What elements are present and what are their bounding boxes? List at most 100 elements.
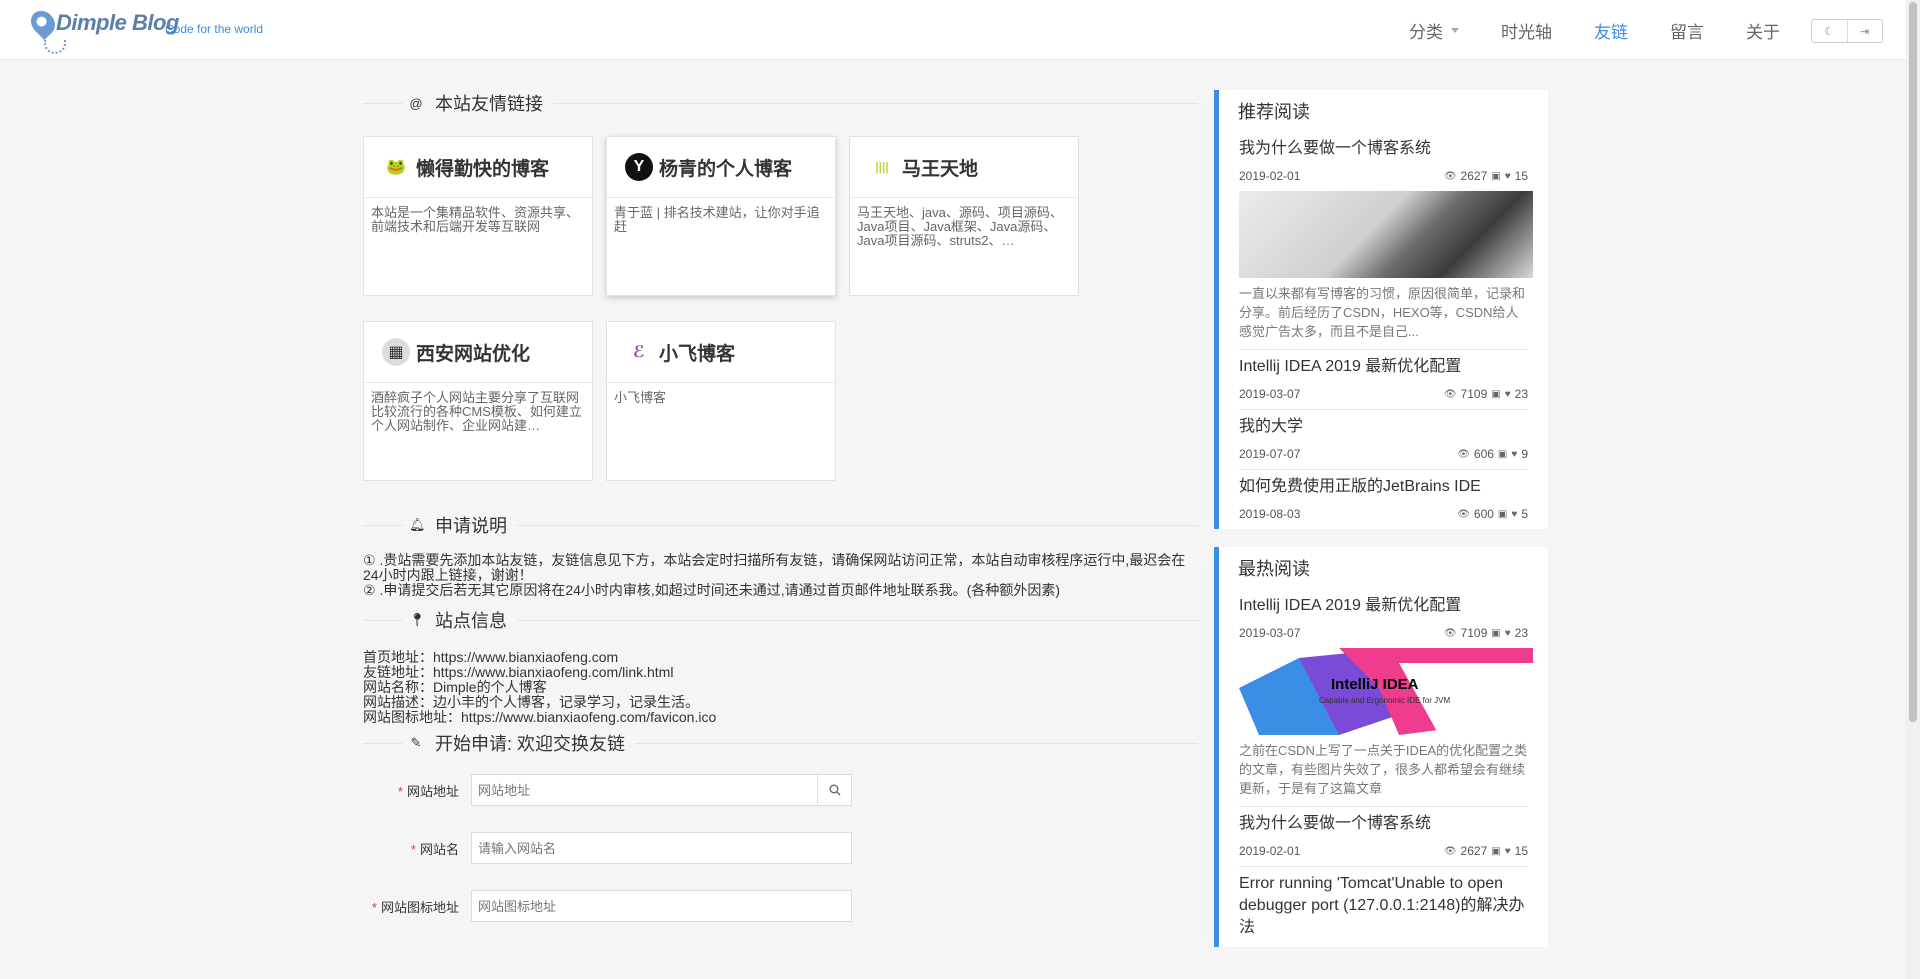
nav-item-messages[interactable]: 留言 xyxy=(1670,18,1704,43)
post-title[interactable]: Intellij IDEA 2019 最新优化配置 xyxy=(1239,356,1528,378)
nav-item-category[interactable]: 分类 xyxy=(1409,18,1459,43)
card-desc: 酒醉疯子个人网站主要分享了互联网比较流行的各种CMS模板、如何建立个人网站制作、… xyxy=(371,390,582,433)
comment-icon: ▣ xyxy=(1491,388,1501,400)
comment-icon: ▣ xyxy=(1497,448,1508,460)
note-line: ① .贵站需要先添加本站友链，友链信息见下方，本站会定时扫描所有友链，请确保网站… xyxy=(363,552,1186,583)
recommended-widget: 推荐阅读 我为什么要做一个博客系统 2019-02-01 👁︎ 2627 ▣ ♥ 15 … xyxy=(1214,90,1548,529)
field-label: 网站地址 xyxy=(406,783,459,799)
flame-avatar-icon: ℰ xyxy=(625,338,653,366)
location-pin-icon: 📍︎ xyxy=(409,612,426,627)
card-name: 懒得勤快的博客 xyxy=(416,158,550,180)
view-count: 2627 xyxy=(1460,844,1488,858)
idea-banner-subtitle: Capable and Ergonomic IDE for JVM xyxy=(1319,696,1451,705)
widget-title: 最热阅读 xyxy=(1238,559,1310,579)
nav-item-timeline[interactable]: 时光轴 xyxy=(1501,18,1552,43)
eye-icon: 👁︎ xyxy=(1457,448,1470,460)
site-slogan: Code for the world xyxy=(165,22,264,36)
apply-form: *网站地址 *网站名 *网站图标地址 xyxy=(363,773,1198,923)
logo-text: Dimple Blog xyxy=(56,10,179,35)
card-desc: 马王天地、java、源码、项目源码、Java项目、Java框架、Java源码、J… xyxy=(857,205,1063,248)
field-label: 网站图标地址 xyxy=(380,899,459,915)
friend-link-card[interactable]: Y 杨青的个人博客 青于蓝 | 排名技术建站，让你对手追赶 xyxy=(606,136,836,296)
post-date: 2019-03-07 xyxy=(1239,387,1301,401)
like-count: 5 xyxy=(1521,507,1528,521)
post-title[interactable]: Error running 'Tomcat'Unable to open deb… xyxy=(1239,873,1528,939)
eye-icon: 👁︎ xyxy=(1443,627,1457,639)
site-icon-input[interactable] xyxy=(471,890,852,922)
search-icon[interactable] xyxy=(818,774,852,806)
info-line: 友链地址：https://www.bianxiaofeng.com/link.h… xyxy=(363,664,674,680)
moon-icon[interactable]: ☾ xyxy=(1812,20,1847,42)
comment-icon: ▣ xyxy=(1491,845,1501,857)
post-title[interactable]: 我为什么要做一个博客系统 xyxy=(1239,138,1528,160)
like-count: 15 xyxy=(1514,169,1528,183)
post-thumbnail[interactable]: IntelliJ IDEA Capable and Ergonomic IDE … xyxy=(1239,648,1533,735)
nav-item-links[interactable]: 友链 xyxy=(1594,18,1628,43)
heart-icon: ♥ xyxy=(1511,508,1518,520)
site-info-title: 📍︎ 站点信息 xyxy=(363,606,1198,634)
post-item[interactable]: 我的大学 2019-07-07 👁︎ 606 ▣ ♥ 9 xyxy=(1239,410,1528,470)
heart-icon: ♥ xyxy=(1504,388,1511,400)
form-row-site-icon: * 网站图标地址 xyxy=(363,889,1198,923)
post-thumbnail[interactable] xyxy=(1239,191,1533,278)
post-item[interactable]: 如何免费使用正版的JetBrains IDE 2019-08-03 👁︎ 600 ▣… xyxy=(1239,470,1528,529)
y-avatar-icon: Y xyxy=(625,153,653,181)
post-date: 2019-07-07 xyxy=(1239,447,1301,461)
nav-item-about[interactable]: 关于 xyxy=(1746,18,1780,43)
site-url-input[interactable] xyxy=(471,774,818,806)
post-title[interactable]: 我为什么要做一个博客系统 xyxy=(1239,813,1528,835)
comment-icon: ▣ xyxy=(1491,627,1501,639)
login-icon[interactable]: ⇥ xyxy=(1846,20,1883,42)
friend-link-card[interactable]: 🐸 懒得勤快的博客 本站是一个集精品软件、资源共享、前端技术和后端开发等互联网 xyxy=(363,136,593,296)
page-scrollbar[interactable] xyxy=(1906,0,1920,979)
like-count: 9 xyxy=(1521,447,1528,461)
info-line: 网站图标地址：https://www.bianxiaofeng.com/favi… xyxy=(363,709,717,725)
info-line: 网站描述：边小丰的个人博客，记录学习，记录生活。 xyxy=(363,694,699,710)
view-count: 2627 xyxy=(1460,169,1488,183)
post-title[interactable]: Intellij IDEA 2019 最新优化配置 xyxy=(1239,595,1528,617)
heart-icon: ♥ xyxy=(1504,170,1511,182)
bell-icon: 🔔︎ xyxy=(409,517,426,532)
note-line: ② .申请提交后若无其它原因将在24小时内审核,如超过时间还未通过,请通过首页邮… xyxy=(363,582,1061,598)
heart-icon: ♥ xyxy=(1504,845,1511,857)
post-item[interactable]: Intellij IDEA 2019 最新优化配置 2019-03-07 👁︎ 7… xyxy=(1239,589,1533,807)
bars-avatar-icon: |||| xyxy=(868,153,896,181)
card-desc: 本站是一个集精品软件、资源共享、前端技术和后端开发等互联网 xyxy=(371,205,580,234)
logo-dots-icon xyxy=(44,40,66,54)
at-icon: @ xyxy=(409,95,423,111)
like-count: 23 xyxy=(1514,626,1528,640)
site-info: 首页地址：https://www.bianxiaofeng.com 友链地址：h… xyxy=(363,634,1198,725)
qrcode-avatar-icon: ▦ xyxy=(382,338,410,366)
post-title[interactable]: 如何免费使用正版的JetBrains IDE xyxy=(1239,476,1528,498)
post-date: 2019-02-01 xyxy=(1239,169,1301,183)
apply-form-title: ✎ 开始申请: 欢迎交换友链 xyxy=(363,729,1198,757)
eye-icon: 👁︎ xyxy=(1457,508,1470,520)
card-desc: 青于蓝 | 排名技术建站，让你对手追赶 xyxy=(614,205,820,234)
form-row-site-name: * 网站名 xyxy=(363,831,1198,865)
friend-link-card[interactable]: ℰ 小飞博客 小飞博客 xyxy=(606,321,836,481)
eye-icon: 👁︎ xyxy=(1443,845,1457,857)
top-header: Dimple Blog Code for the world 分类 时光轴 友链… xyxy=(0,0,1906,60)
post-item[interactable]: Error running 'Tomcat'Unable to open deb… xyxy=(1239,867,1528,947)
post-date: 2019-02-01 xyxy=(1239,844,1301,858)
site-logo[interactable]: Dimple Blog xyxy=(26,6,179,54)
post-item[interactable]: Intellij IDEA 2019 最新优化配置 2019-03-07 👁︎ 7… xyxy=(1239,350,1528,410)
frog-avatar-icon: 🐸 xyxy=(382,153,410,181)
comment-icon: ▣ xyxy=(1497,508,1508,520)
eye-icon: 👁︎ xyxy=(1443,388,1457,400)
friend-link-card[interactable]: |||| 马王天地 马王天地、java、源码、项目源码、Java项目、Java框架… xyxy=(849,136,1079,296)
view-count: 7109 xyxy=(1460,626,1488,640)
post-excerpt: 之前在CSDN上写了一点关于IDEA的优化配置之类的文章，有些图片失效了，很多人… xyxy=(1239,743,1528,796)
post-title[interactable]: 我的大学 xyxy=(1239,416,1528,438)
post-item[interactable]: 我为什么要做一个博客系统 2019-02-01 👁︎ 2627 ▣ ♥ 15 一直以来都… xyxy=(1239,132,1533,350)
site-name-input[interactable] xyxy=(471,832,852,864)
heart-icon: ♥ xyxy=(1511,448,1518,460)
logo-pin-icon xyxy=(26,6,60,40)
widget-title: 推荐阅读 xyxy=(1238,102,1310,122)
view-count: 606 xyxy=(1473,447,1494,461)
friend-link-card[interactable]: ▦ 西安网站优化 酒醉疯子个人网站主要分享了互联网比较流行的各种CMS模板、如何建… xyxy=(363,321,593,481)
post-item[interactable]: 我为什么要做一个博客系统 2019-02-01 👁︎ 2627 ▣ ♥ 15 xyxy=(1239,807,1528,867)
card-desc: 小飞博客 xyxy=(614,390,667,405)
links-section-title: @ 本站友情链接 xyxy=(363,89,1198,117)
scrollbar-thumb[interactable] xyxy=(1909,2,1917,722)
